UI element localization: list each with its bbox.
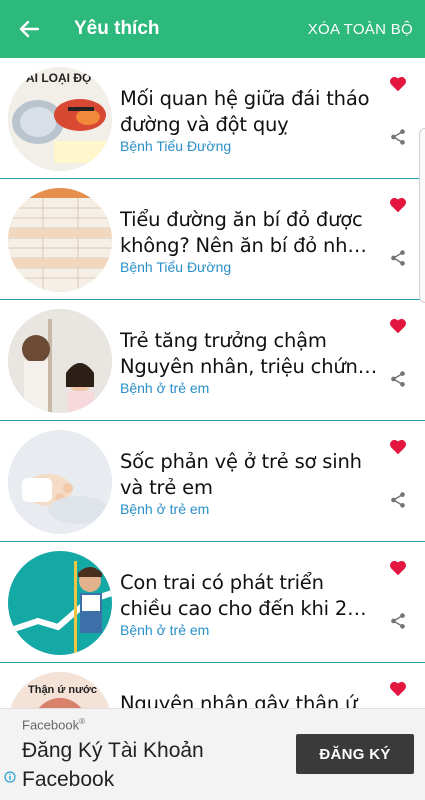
heart-icon[interactable] <box>389 560 407 576</box>
heart-icon[interactable] <box>389 681 407 697</box>
article-thumbnail <box>8 188 112 292</box>
scroll-edge <box>419 128 425 303</box>
list-item[interactable]: AI LOẠI ĐỘ Mối quan hệ giữa đái tháo đườ… <box>0 58 425 179</box>
list-item[interactable]: Sốc phản vệ ở trẻ sơ sinh và trẻ em Bệnh… <box>0 421 425 542</box>
article-category[interactable]: Bệnh ở trẻ em <box>120 622 209 638</box>
favorites-list: AI LOẠI ĐỘ Mối quan hệ giữa đái tháo đườ… <box>0 58 425 708</box>
arrow-left-icon <box>19 20 39 38</box>
article-thumbnail <box>8 309 112 413</box>
article-category[interactable]: Bệnh ở trẻ em <box>120 380 209 396</box>
article-thumbnail <box>8 430 112 534</box>
article-category[interactable]: Bệnh Tiểu Đường <box>120 259 231 275</box>
back-button[interactable] <box>0 0 58 58</box>
list-item[interactable]: Trẻ tăng trưởng chậm Nguyên nhân, triệu … <box>0 300 425 421</box>
heart-icon[interactable] <box>389 318 407 334</box>
heart-icon[interactable] <box>389 439 407 455</box>
app-bar: Yêu thích XÓA TOÀN BỘ <box>0 0 425 58</box>
clear-all-button[interactable]: XÓA TOÀN BỘ <box>308 0 413 58</box>
article-title[interactable]: Trẻ tăng trưởng chậm Nguyên nhân, triệu … <box>120 328 378 380</box>
article-title[interactable]: Nguyên nhân gây thận ứ nước <box>120 691 378 708</box>
ad-advertiser-name: Facebook <box>22 717 80 733</box>
article-title[interactable]: Tiểu đường ăn bí đỏ được không? Nên ăn b… <box>120 207 378 259</box>
article-category[interactable]: Bệnh ở trẻ em <box>120 501 209 517</box>
heart-icon[interactable] <box>389 76 407 92</box>
heart-icon[interactable] <box>389 197 407 213</box>
ad-headline[interactable]: Đăng Ký Tài Khoản Facebook <box>22 736 272 794</box>
share-icon[interactable] <box>389 249 407 267</box>
article-title[interactable]: Mối quan hệ giữa đái tháo đường và đột q… <box>120 86 378 138</box>
share-icon[interactable] <box>389 128 407 146</box>
list-item[interactable]: Thận ứ nước Nguyên nhân gây thận ứ nước <box>0 663 425 708</box>
ad-signup-button[interactable]: ĐĂNG KÝ <box>296 734 414 774</box>
article-thumbnail: Thận ứ nước <box>8 672 112 708</box>
article-thumbnail: AI LOẠI ĐỘ <box>8 67 112 171</box>
article-thumbnail <box>8 551 112 655</box>
registered-mark: ® <box>79 717 85 726</box>
ad-advertiser: Facebook® <box>22 717 85 732</box>
share-icon[interactable] <box>389 370 407 388</box>
page-title: Yêu thích <box>74 18 160 39</box>
list-item[interactable]: Con trai có phát triển chiều cao cho đến… <box>0 542 425 663</box>
list-item[interactable]: Tiểu đường ăn bí đỏ được không? Nên ăn b… <box>0 179 425 300</box>
article-title[interactable]: Sốc phản vệ ở trẻ sơ sinh và trẻ em <box>120 449 378 501</box>
share-icon[interactable] <box>389 612 407 630</box>
ad-choices-icon[interactable] <box>4 771 16 783</box>
thumbnail-caption: Thận ứ nước <box>28 684 97 696</box>
share-icon[interactable] <box>389 491 407 509</box>
article-title[interactable]: Con trai có phát triển chiều cao cho đến… <box>120 570 378 622</box>
article-category[interactable]: Bệnh Tiểu Đường <box>120 138 231 154</box>
thumbnail-caption: AI LOẠI ĐỘ <box>26 71 92 85</box>
